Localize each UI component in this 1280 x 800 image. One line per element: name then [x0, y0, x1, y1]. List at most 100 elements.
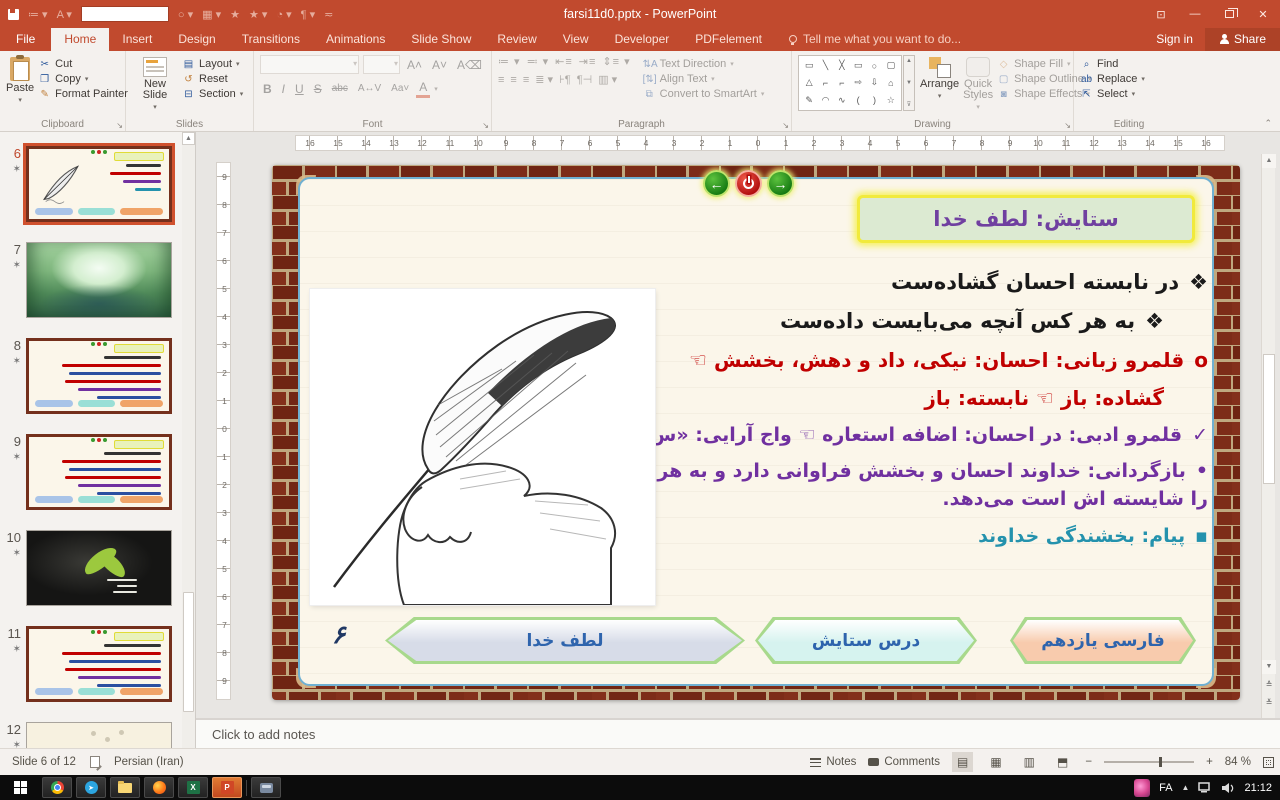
clipboard-dialog-launcher[interactable]: ↘: [116, 121, 123, 130]
align-left-icon[interactable]: ≡: [498, 74, 504, 86]
scroll-down-icon[interactable]: ▼: [1262, 660, 1276, 674]
slideshow-view-button[interactable]: ⬒: [1052, 752, 1073, 772]
quill-illustration[interactable]: [310, 289, 655, 605]
shape-glyph[interactable]: ▭: [805, 60, 814, 71]
tab-animations[interactable]: Animations: [313, 28, 398, 51]
text-direction-button[interactable]: ⇅AText Direction▾: [643, 58, 765, 70]
copy-button[interactable]: ❐Copy▾: [38, 73, 128, 85]
speaker-icon[interactable]: [1221, 782, 1235, 794]
language-indicator[interactable]: Persian (Iran): [114, 756, 184, 768]
bold-icon[interactable]: B: [260, 81, 275, 97]
picture-qat-icon[interactable]: ▦ ▾: [202, 8, 221, 21]
shape-gallery-scroll[interactable]: ▲▼⊽: [903, 55, 915, 111]
shape-gallery[interactable]: ▭╲╳▭○▢△⌐⌐⇨⇩⌂✎◠∿()☆: [798, 55, 902, 111]
tab-review[interactable]: Review: [484, 28, 549, 51]
footer-banner[interactable]: لطف خدا: [385, 617, 745, 664]
strikethrough-icon[interactable]: abc: [329, 82, 351, 95]
horizontal-ruler[interactable]: 1615141312111098765432101234567891011121…: [295, 135, 1225, 151]
italic-icon[interactable]: I: [279, 81, 288, 97]
numbering-icon[interactable]: ≕ ▾: [527, 55, 550, 68]
select-button[interactable]: ⇱Select▾: [1080, 88, 1145, 100]
align-center-icon[interactable]: ≡: [510, 74, 516, 86]
shape-qat-icon[interactable]: ○ ▾: [178, 8, 193, 21]
taskbar-excel-button[interactable]: X: [178, 777, 208, 798]
taskbar-chrome-button[interactable]: [42, 777, 72, 798]
line-spacing-icon[interactable]: ⇕≡ ▾: [602, 55, 630, 68]
paragraph-dialog-launcher[interactable]: ↘: [782, 121, 789, 130]
close-button[interactable]: ✕: [1246, 0, 1280, 28]
zoom-slider[interactable]: [1104, 761, 1194, 763]
justify-icon[interactable]: ≣ ▾: [535, 73, 553, 86]
tray-clock[interactable]: 21:12: [1244, 782, 1272, 794]
fit-slide-to-window-button[interactable]: [1263, 757, 1274, 768]
decrease-font-icon[interactable]: A˅: [429, 57, 450, 73]
align-right-icon[interactable]: ≡: [523, 74, 529, 86]
zoom-level[interactable]: 84 %: [1225, 756, 1251, 768]
increase-indent-icon[interactable]: ⇥≡: [579, 55, 597, 68]
scroll-up-icon[interactable]: ▲: [1262, 154, 1276, 168]
star2-qat-icon[interactable]: ★ ▾: [249, 8, 267, 21]
tab-insert[interactable]: Insert: [109, 28, 165, 51]
shape-glyph[interactable]: ○: [872, 61, 877, 71]
font-size-combo[interactable]: [363, 55, 400, 74]
thumbnail-scrollbar[interactable]: ▲: [182, 132, 195, 748]
bullets-qat-icon[interactable]: ≔ ▾: [28, 8, 48, 21]
arrange-button[interactable]: Arrange▾: [920, 55, 959, 117]
shape-glyph[interactable]: ): [873, 95, 876, 105]
editor-scrollbar[interactable]: ▲ ▼ ≙ ≚: [1261, 154, 1275, 718]
shape-glyph[interactable]: ▭: [854, 60, 863, 71]
shape-glyph[interactable]: ⌂: [888, 78, 893, 88]
sign-in-button[interactable]: Sign in: [1144, 28, 1205, 51]
new-slide-button[interactable]: New Slide▾: [132, 55, 178, 117]
collapse-ribbon-icon[interactable]: ⌃: [1264, 118, 1272, 129]
tab-pdfelement[interactable]: PDFelement: [682, 28, 775, 51]
tab-file[interactable]: File: [0, 28, 51, 51]
font-color-icon[interactable]: A: [416, 79, 430, 98]
shape-glyph[interactable]: ◠: [822, 95, 830, 106]
reading-view-button[interactable]: ▥: [1019, 752, 1040, 772]
slide-title-box[interactable]: ستایش: لطف خدا: [857, 195, 1195, 243]
columns-icon[interactable]: ▥ ▾: [598, 73, 617, 86]
scrollbar-thumb[interactable]: [1263, 354, 1275, 484]
slide-thumbnail-9[interactable]: [26, 434, 172, 510]
ribbon-display-options-button[interactable]: ⊡: [1144, 0, 1178, 28]
shape-glyph[interactable]: (: [857, 95, 860, 105]
increase-font-icon[interactable]: A˄: [404, 57, 425, 73]
power-button[interactable]: [735, 170, 762, 197]
align-text-button[interactable]: [⇅]Align Text▾: [643, 73, 765, 85]
taskbar-firefox-button[interactable]: [144, 777, 174, 798]
next-arrow-button[interactable]: →: [767, 170, 794, 197]
shape-glyph[interactable]: ⌐: [839, 78, 844, 88]
slide-thumbnail-6[interactable]: [26, 146, 172, 222]
cut-button[interactable]: ✂Cut: [38, 58, 128, 70]
shape-glyph[interactable]: ☆: [887, 95, 895, 106]
shape-glyph[interactable]: ⇨: [854, 77, 862, 88]
taskbar-explorer-button[interactable]: [110, 777, 140, 798]
previous-arrow-button[interactable]: ←: [703, 170, 730, 197]
replace-button[interactable]: abReplace▾: [1080, 73, 1145, 85]
format-painter-button[interactable]: ✎Format Painter: [38, 88, 128, 100]
star-qat-icon[interactable]: ★: [230, 8, 240, 21]
zoom-in-button[interactable]: +: [1206, 756, 1213, 768]
tell-me-box[interactable]: Tell me what you want to do...: [789, 32, 961, 51]
normal-view-button[interactable]: ▤: [952, 752, 973, 772]
vertical-ruler[interactable]: 9876543210123456789: [216, 162, 231, 700]
shadow-icon[interactable]: S: [311, 81, 325, 97]
minimize-button[interactable]: —: [1178, 0, 1212, 28]
tab-design[interactable]: Design: [165, 28, 228, 51]
shape-glyph[interactable]: ▢: [887, 60, 896, 71]
notes-toggle[interactable]: Notes: [810, 756, 856, 768]
shape-glyph[interactable]: ⌐: [823, 78, 828, 88]
tab-slide-show[interactable]: Slide Show: [398, 28, 484, 51]
qat-combo-box[interactable]: [81, 6, 169, 22]
font-name-combo[interactable]: [260, 55, 359, 74]
footer-banner[interactable]: درس ستایش: [755, 617, 977, 664]
tab-view[interactable]: View: [550, 28, 602, 51]
taskbar-telegram-button[interactable]: ➤: [76, 777, 106, 798]
font-color-qat-icon[interactable]: A ▾: [57, 8, 72, 21]
spell-check-icon[interactable]: [90, 756, 100, 768]
shape-glyph[interactable]: △: [806, 77, 813, 88]
slide-thumbnail-12[interactable]: [26, 722, 172, 748]
char-spacing-icon[interactable]: A↔V: [355, 82, 384, 95]
network-icon[interactable]: [1198, 782, 1212, 793]
